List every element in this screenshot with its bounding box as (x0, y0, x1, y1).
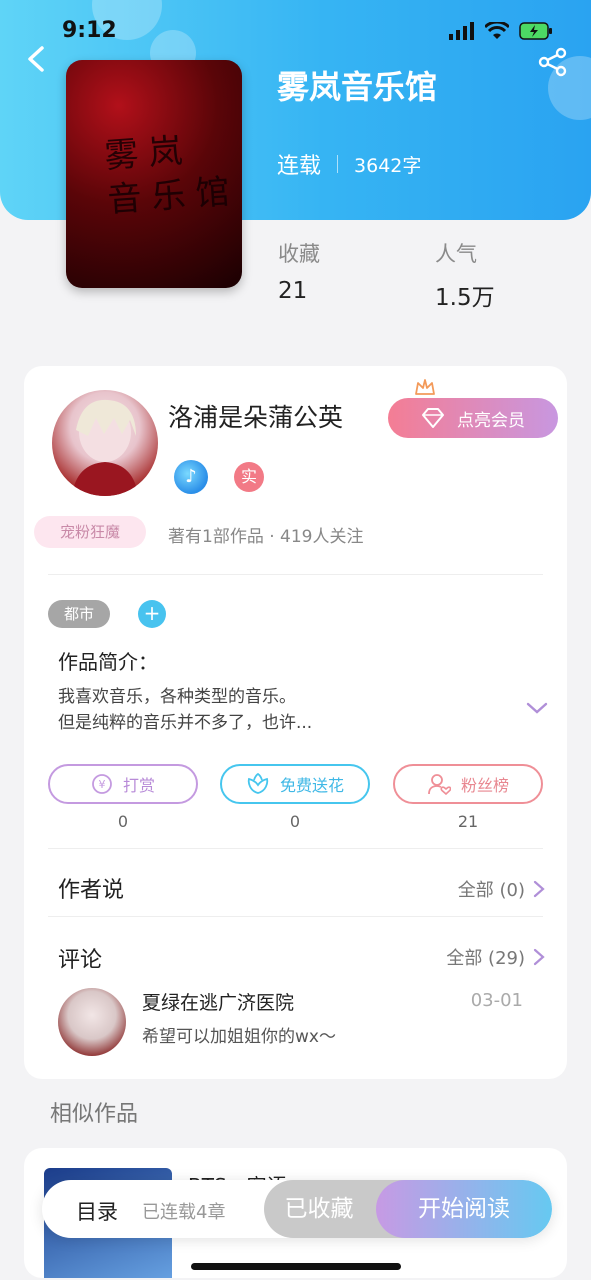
music-note-icon: ♪ (174, 460, 208, 494)
popularity-value: 1.5万 (435, 285, 495, 311)
fans-rank-button[interactable]: 粉丝榜 (393, 764, 543, 804)
author-avatar[interactable] (52, 390, 158, 496)
reward-count: 0 (117, 812, 129, 831)
wifi-icon (485, 22, 509, 39)
status-time: 9:12 (62, 18, 117, 43)
chapters-count: 已连载4章 (142, 1202, 226, 1223)
author-says-all-link[interactable]: 全部 (0) (458, 876, 545, 902)
author-name[interactable]: 洛浦是朵蒲公英 (168, 398, 343, 434)
svg-text:¥: ¥ (98, 778, 105, 791)
book-cover[interactable]: 雾岚 音乐馆 (66, 60, 242, 288)
battery-icon (519, 22, 552, 40)
status-icons (449, 22, 553, 40)
favorites-value: 21 (278, 278, 308, 304)
book-title: 雾岚音乐馆 (277, 68, 438, 106)
share-icon[interactable] (537, 46, 569, 78)
signal-icon (449, 22, 474, 40)
status-bar: 9:12 (0, 0, 591, 62)
diamond-icon (422, 408, 444, 428)
divider (48, 848, 543, 849)
word-count: 3642字 (354, 154, 422, 177)
comments-title: 评论 (58, 948, 103, 973)
comments-all-label: 全部 (29) (446, 948, 525, 969)
back-button[interactable] (20, 42, 54, 76)
commenter-name[interactable]: 夏绿在逃广济医院 (142, 988, 294, 1015)
fans-rank-label: 粉丝榜 (460, 776, 509, 795)
chevron-right-icon (533, 948, 545, 966)
comment-date: 03-01 (470, 990, 523, 1011)
divider (48, 574, 543, 575)
book-meta: 连载 3642字 (277, 148, 421, 180)
toc-button[interactable]: 目录 (76, 1196, 118, 1226)
intro-title: 作品简介： (58, 650, 158, 674)
cover-title-art: 雾岚 音乐馆 (103, 130, 241, 221)
yen-icon: ¥ (92, 774, 112, 794)
similar-works-title: 相似作品 (50, 1102, 139, 1127)
chevron-right-icon (533, 880, 545, 898)
real-name-icon: 实 (234, 462, 264, 492)
vip-button[interactable]: 点亮会员 (388, 398, 558, 438)
add-tag-button[interactable]: + (138, 600, 166, 628)
collected-label: 已收藏 (284, 1196, 354, 1222)
genre-tag[interactable]: 都市 (48, 600, 110, 628)
free-flower-button[interactable]: 免费送花 (220, 764, 370, 804)
fans-count: 21 (457, 812, 479, 831)
flower-count: 0 (289, 812, 301, 831)
commenter-avatar[interactable] (58, 988, 126, 1056)
intro-line-1: 我喜欢音乐，各种类型的音乐。 (58, 687, 296, 707)
author-says-all-label: 全部 (0) (457, 880, 525, 901)
start-reading-button[interactable]: 开始阅读 (376, 1180, 552, 1238)
home-indicator (191, 1263, 401, 1270)
favorites-stat: 收藏 21 (278, 238, 320, 304)
meta-separator (337, 155, 339, 173)
comments-all-link[interactable]: 全部 (29) (446, 944, 545, 970)
serial-status: 连载 (277, 154, 322, 179)
popularity-label: 人气 (435, 242, 477, 266)
intro-line-2: 但是纯粹的音乐并不多了，也许... (58, 713, 313, 733)
avatar-art (72, 399, 138, 496)
bottom-action-bar: 目录 已连载4章 已收藏 开始阅读 (42, 1180, 552, 1238)
reward-button[interactable]: ¥ 打赏 (48, 764, 198, 804)
divider (48, 916, 543, 917)
crown-icon (415, 379, 435, 395)
chevron-down-icon[interactable] (525, 700, 549, 716)
favorites-label: 收藏 (278, 242, 320, 266)
author-stats: 著有1部作品 · 419人关注 (168, 527, 364, 547)
fans-icon (428, 774, 451, 795)
free-flower-label: 免费送花 (279, 776, 344, 795)
vip-button-label: 点亮会员 (457, 410, 525, 431)
popularity-stat: 人气 1.5万 (435, 238, 495, 312)
author-says-title: 作者说 (58, 878, 125, 903)
flower-icon (247, 773, 269, 794)
intro-text[interactable]: 我喜欢音乐，各种类型的音乐。 但是纯粹的音乐并不多了，也许... (58, 684, 498, 736)
fan-badge: 宠粉狂魔 (34, 516, 146, 548)
reward-label: 打赏 (122, 776, 155, 795)
book-detail-card: 宠粉狂魔 洛浦是朵蒲公英 点亮会员 ♪ 实 著有1部作品 · 419人关注 都市… (24, 366, 567, 1079)
comment-text[interactable]: 希望可以加姐姐你的wx～ (142, 1022, 336, 1047)
